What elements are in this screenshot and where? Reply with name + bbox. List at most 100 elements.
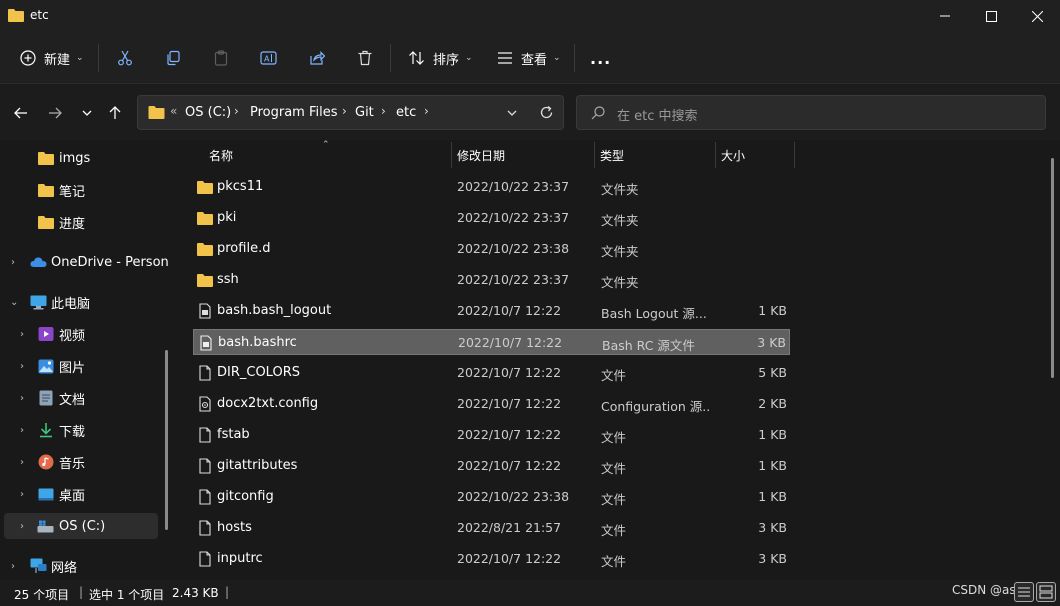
- sidebar-item-downloads[interactable]: › 下载: [0, 417, 170, 443]
- close-button[interactable]: [1014, 0, 1060, 32]
- paste-button[interactable]: [213, 32, 229, 84]
- cut-button[interactable]: [117, 32, 133, 84]
- search-box[interactable]: 在 etc 中搜索: [576, 95, 1046, 130]
- chevron-right-icon[interactable]: ›: [20, 425, 24, 436]
- sidebar-item-desktop[interactable]: › 桌面: [0, 481, 170, 507]
- chevron-right-icon[interactable]: ›: [11, 257, 15, 268]
- sort-button[interactable]: 排序 ⌄: [408, 32, 473, 84]
- column-divider[interactable]: [794, 142, 795, 168]
- sidebar-item-label: OS (C:): [59, 518, 106, 534]
- script-file-icon: [199, 303, 211, 319]
- sidebar-item-videos[interactable]: › 视频: [0, 321, 170, 347]
- recent-locations-button[interactable]: [76, 102, 98, 124]
- table-row[interactable]: ssh 2022/10/22 23:37 文件夹: [193, 267, 790, 293]
- sidebar-item-this-pc[interactable]: ⌄ 此电脑: [0, 289, 170, 315]
- column-divider[interactable]: [451, 142, 452, 168]
- chevron-down-icon[interactable]: ⌄: [10, 297, 18, 308]
- sidebar-item-notes[interactable]: 笔记: [0, 177, 170, 203]
- sidebar-item-imgs[interactable]: imgs: [0, 145, 170, 171]
- more-options-button[interactable]: ...: [590, 32, 611, 84]
- up-button[interactable]: [104, 102, 126, 124]
- file-date: 2022/10/22 23:38: [457, 489, 570, 504]
- chevron-right-icon[interactable]: ›: [11, 561, 15, 572]
- chevron-right-icon[interactable]: ›: [20, 457, 24, 468]
- file-icon: [199, 427, 211, 443]
- table-row[interactable]: bash.bash_logout 2022/10/7 12:22 Bash Lo…: [193, 298, 790, 324]
- share-button[interactable]: [309, 32, 325, 84]
- view-button-label: 查看: [521, 52, 548, 68]
- column-header-name[interactable]: 名称: [209, 140, 233, 170]
- file-date: 2022/8/21 21:57: [457, 520, 562, 535]
- table-row[interactable]: gitattributes 2022/10/7 12:22 文件 1 KB: [193, 453, 790, 479]
- forward-button[interactable]: [44, 102, 66, 124]
- sidebar-item-pictures[interactable]: › 图片: [0, 353, 170, 379]
- toolbar-divider: [98, 44, 99, 72]
- address-bar[interactable]: « OS (C:) › Program Files › Git › etc ›: [137, 95, 564, 130]
- breadcrumb-separator: ›: [342, 104, 347, 118]
- chevron-down-icon[interactable]: [506, 108, 518, 118]
- back-button[interactable]: [10, 102, 32, 124]
- table-row[interactable]: DIR_COLORS 2022/10/7 12:22 文件 5 KB: [193, 360, 790, 386]
- column-divider[interactable]: [594, 142, 595, 168]
- file-list-scrollbar[interactable]: [1051, 158, 1054, 378]
- sidebar-item-onedrive[interactable]: › OneDrive - Person: [0, 249, 170, 275]
- delete-icon: [358, 50, 372, 66]
- table-row[interactable]: fstab 2022/10/7 12:22 文件 1 KB: [193, 422, 790, 448]
- sidebar-scrollbar[interactable]: [165, 350, 168, 530]
- breadcrumb-git[interactable]: Git: [355, 105, 374, 120]
- window-title: etc: [30, 8, 49, 22]
- table-row[interactable]: pkcs11 2022/10/22 23:37 文件夹: [193, 174, 790, 200]
- maximize-button[interactable]: [968, 0, 1014, 32]
- drive-icon: [37, 520, 54, 532]
- sidebar-item-progress[interactable]: 进度: [0, 209, 170, 235]
- file-date: 2022/10/22 23:37: [457, 210, 570, 225]
- chevron-right-icon[interactable]: ›: [20, 361, 24, 372]
- table-row[interactable]: profile.d 2022/10/22 23:38 文件夹: [193, 236, 790, 262]
- sidebar-item-label: 桌面: [59, 488, 86, 504]
- table-row-selected[interactable]: bash.bashrc 2022/10/7 12:22 Bash RC 源文件 …: [193, 329, 790, 355]
- status-bar: 25 个项目 | 选中 1 个项目 2.43 KB |: [0, 580, 1060, 606]
- table-row[interactable]: docx2txt.config 2022/10/7 12:22 Configur…: [193, 391, 790, 417]
- minimize-icon: [940, 15, 950, 17]
- chevron-right-icon[interactable]: ›: [20, 393, 24, 404]
- new-button[interactable]: 新建 ⌄: [20, 32, 84, 84]
- overflow-chevron[interactable]: «: [170, 104, 177, 118]
- folder-icon: [38, 216, 54, 229]
- sidebar-item-label: imgs: [59, 150, 91, 166]
- tiles-view-button[interactable]: [1036, 582, 1056, 602]
- chevron-right-icon[interactable]: ›: [20, 521, 24, 532]
- delete-button[interactable]: [357, 32, 373, 84]
- file-list: ⌃ 名称 修改日期 类型 大小 pkcs11 2022/10/22 23:37 …: [178, 140, 1060, 580]
- chevron-right-icon[interactable]: ›: [20, 489, 24, 500]
- sidebar-item-network[interactable]: › 网络: [0, 553, 170, 579]
- breadcrumb-os-c[interactable]: OS (C:): [185, 105, 231, 120]
- column-header-size[interactable]: 大小: [721, 140, 745, 170]
- sidebar-item-os-c[interactable]: › OS (C:): [4, 513, 158, 539]
- config-file-icon: [199, 396, 211, 412]
- copy-button[interactable]: [165, 32, 181, 84]
- details-view-button[interactable]: [1014, 582, 1034, 602]
- sidebar-item-label: 笔记: [59, 184, 86, 200]
- table-row[interactable]: gitconfig 2022/10/22 23:38 文件 1 KB: [193, 484, 790, 510]
- file-icon: [199, 489, 211, 505]
- tiles-view-icon: [1039, 585, 1053, 599]
- file-type: 文件: [601, 461, 627, 476]
- breadcrumb-etc[interactable]: etc: [396, 105, 416, 120]
- column-header-date[interactable]: 修改日期: [457, 140, 505, 170]
- sidebar-item-music[interactable]: › 音乐: [0, 449, 170, 475]
- refresh-icon[interactable]: [539, 105, 554, 120]
- table-row[interactable]: pki 2022/10/22 23:37 文件夹: [193, 205, 790, 231]
- file-size: 3 KB: [758, 551, 787, 566]
- table-row[interactable]: inputrc 2022/10/7 12:22 文件 3 KB: [193, 546, 790, 572]
- table-row[interactable]: hosts 2022/8/21 21:57 文件 3 KB: [193, 515, 790, 541]
- column-header-type[interactable]: 类型: [600, 140, 624, 170]
- file-name: gitattributes: [217, 458, 298, 473]
- sidebar-item-documents[interactable]: › 文档: [0, 385, 170, 411]
- paste-icon: [214, 50, 228, 66]
- column-divider[interactable]: [715, 142, 716, 168]
- breadcrumb-program-files[interactable]: Program Files: [250, 105, 338, 120]
- chevron-right-icon[interactable]: ›: [20, 329, 24, 340]
- view-button[interactable]: 查看 ⌄: [497, 32, 561, 84]
- minimize-button[interactable]: [922, 0, 968, 32]
- rename-button[interactable]: A: [260, 32, 277, 84]
